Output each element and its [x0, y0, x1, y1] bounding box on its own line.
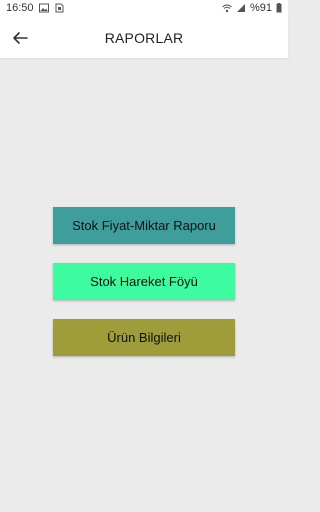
battery-percent: %91: [249, 2, 272, 14]
status-time: 16:50: [6, 2, 34, 14]
button-label: Stok Fiyat-Miktar Raporu: [72, 218, 216, 233]
urun-bilgileri-button[interactable]: Ürün Bilgileri: [53, 319, 235, 356]
signal-icon: [236, 4, 245, 12]
battery-icon: [276, 3, 282, 13]
button-label: Ürün Bilgileri: [107, 330, 181, 345]
wifi-icon: [222, 4, 232, 13]
status-right: %91: [222, 2, 282, 14]
stok-fiyat-miktar-raporu-button[interactable]: Stok Fiyat-Miktar Raporu: [53, 207, 235, 244]
status-bar: 16:50 %91: [0, 0, 288, 18]
status-left: 16:50: [6, 2, 64, 14]
app-bar: RAPORLAR: [0, 18, 288, 58]
page-title: RAPORLAR: [104, 30, 184, 46]
button-label: Stok Hareket Föyü: [90, 274, 198, 289]
stok-hareket-foyu-button[interactable]: Stok Hareket Föyü: [53, 263, 235, 300]
sim-notification-icon: [55, 3, 64, 13]
image-notification-icon: [38, 3, 49, 13]
